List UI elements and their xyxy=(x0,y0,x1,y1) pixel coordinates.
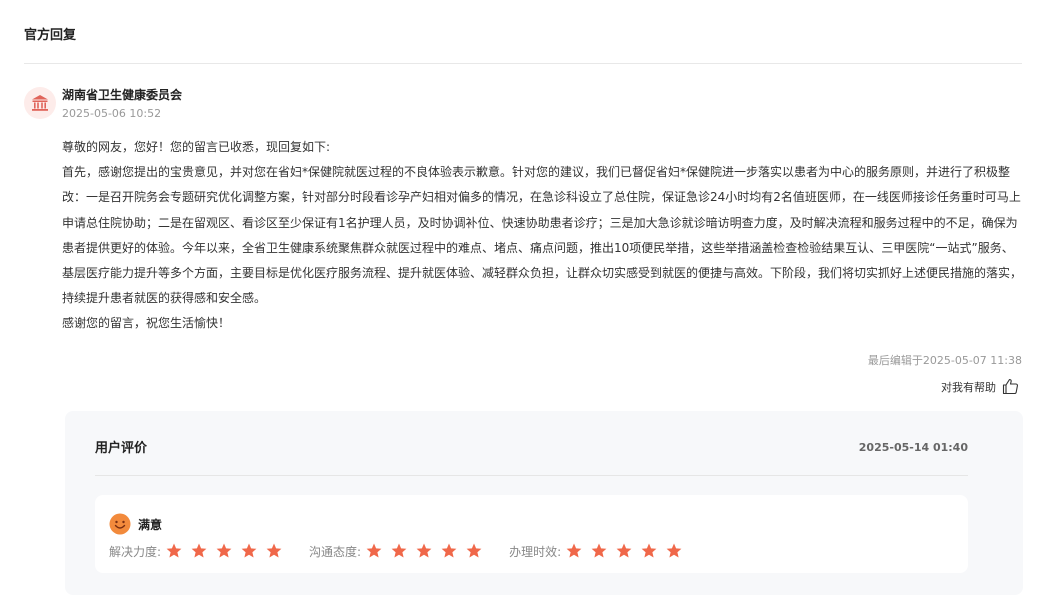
star-icon xyxy=(416,543,432,558)
rating-resolution: 解决力度: xyxy=(109,542,283,560)
star-rating xyxy=(365,542,483,560)
reply-paragraph: 感谢您的留言，祝您生活愉快！ xyxy=(62,316,231,331)
evaluation-detail: 满意 解决力度: 沟通态度: 办理时效: xyxy=(95,495,968,573)
star-icon xyxy=(566,543,582,558)
rating-label: 解决力度: xyxy=(109,544,162,559)
rating-label: 沟通态度: xyxy=(309,544,362,559)
star-icon xyxy=(191,543,207,558)
rating-timeliness: 办理时效: xyxy=(509,542,683,560)
reply-paragraph: 首先，感谢您提出的宝贵意见，并对您在省妇*保健院就医过程的不良体验表示歉意。针对… xyxy=(62,165,1023,306)
user-evaluation-card: 用户评价 2025-05-14 01:40 满意 解决力度: 沟通态度: 办理时… xyxy=(65,411,1023,595)
star-icon xyxy=(391,543,407,558)
star-rating xyxy=(565,542,683,560)
helpful-button[interactable]: 对我有帮助 xyxy=(941,378,1019,395)
rating-list: 解决力度: 沟通态度: 办理时效: xyxy=(109,542,709,560)
org-avatar xyxy=(24,87,56,119)
star-icon xyxy=(266,543,282,558)
smiley-face-icon xyxy=(109,513,131,535)
star-icon xyxy=(441,543,457,558)
org-name: 湖南省卫生健康委员会 xyxy=(62,88,183,102)
section-title: 官方回复 xyxy=(24,28,77,43)
star-icon xyxy=(216,543,232,558)
rating-label: 办理时效: xyxy=(509,544,562,559)
star-icon xyxy=(616,543,632,558)
star-icon xyxy=(666,543,682,558)
satisfaction-label: 满意 xyxy=(138,517,163,532)
reply-paragraph: 尊敬的网友，您好！您的留言已收悉，现回复如下: xyxy=(62,140,331,154)
star-icon xyxy=(241,543,257,558)
star-icon xyxy=(366,543,382,558)
helpful-label: 对我有帮助 xyxy=(941,380,996,394)
last-edited-time: 最后编辑于2025-05-07 11:38 xyxy=(867,354,1022,367)
thumbs-up-icon xyxy=(1002,378,1018,395)
star-rating xyxy=(165,542,283,560)
government-building-icon xyxy=(32,95,48,111)
star-icon xyxy=(466,543,482,558)
reply-time: 2025-05-06 10:52 xyxy=(62,107,162,120)
divider xyxy=(95,475,968,476)
satisfaction-indicator: 满意 xyxy=(109,513,162,535)
star-icon xyxy=(166,543,182,558)
evaluation-time: 2025-05-14 01:40 xyxy=(858,441,968,454)
reply-content: 尊敬的网友，您好！您的留言已收悉，现回复如下: 首先，感谢您提出的宝贵意见，并对… xyxy=(62,135,1024,337)
star-icon xyxy=(591,543,607,558)
divider xyxy=(24,63,1022,64)
star-icon xyxy=(641,543,657,558)
evaluation-title: 用户评价 xyxy=(95,441,148,456)
rating-attitude: 沟通态度: xyxy=(309,542,483,560)
